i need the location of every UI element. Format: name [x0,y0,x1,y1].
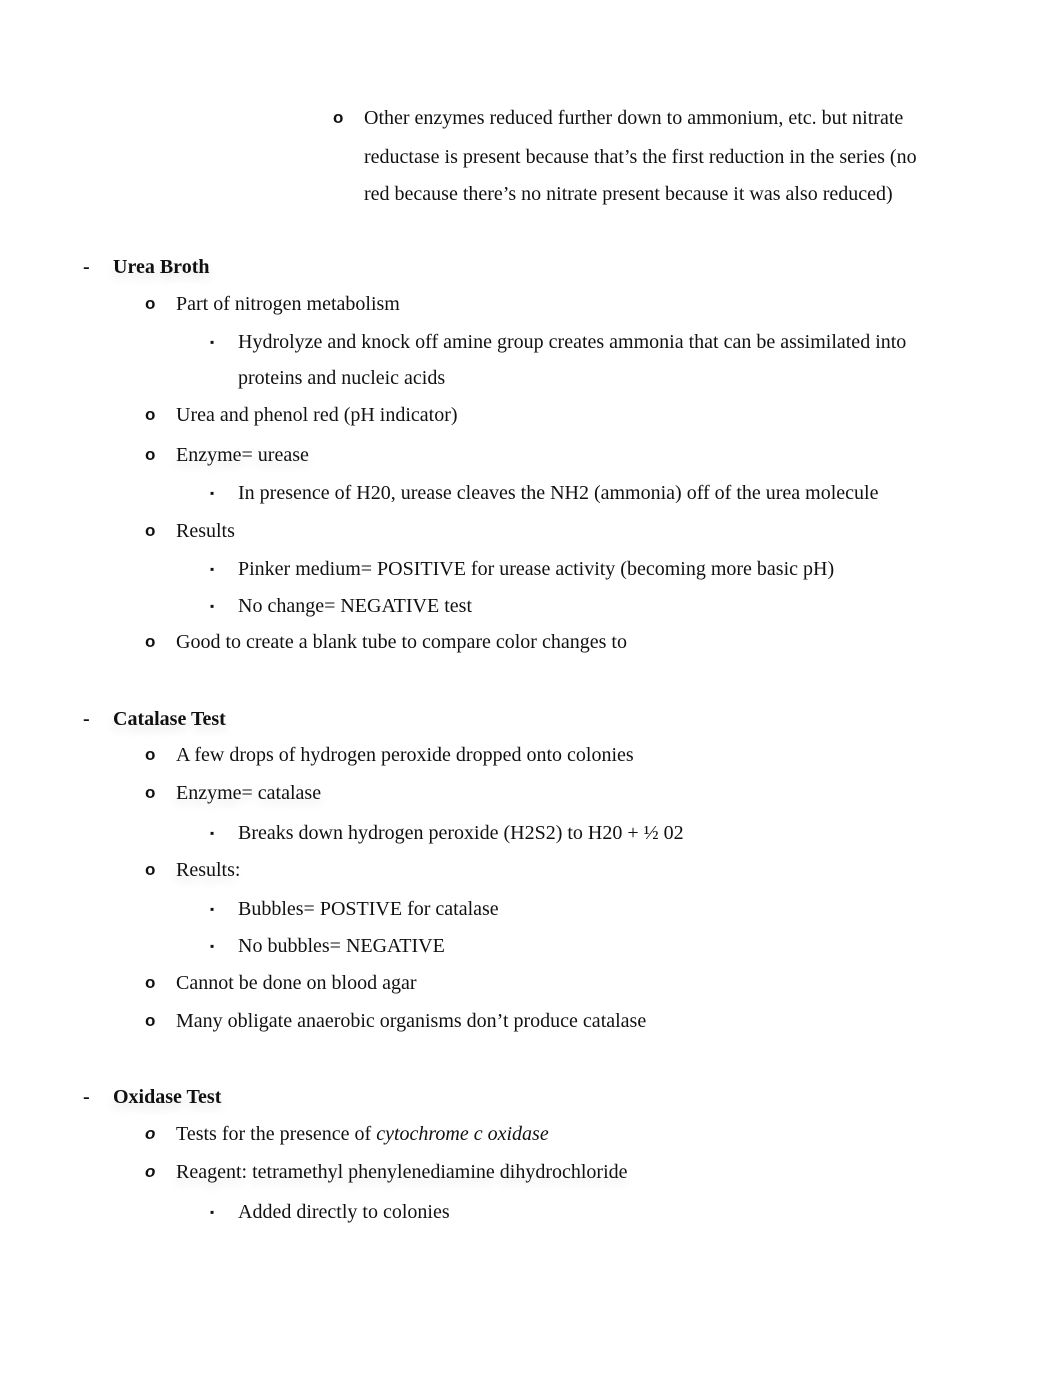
square-bullet-icon: ▪ [210,826,215,840]
circle-bullet-icon: o [145,294,156,313]
circle-bullet-icon: o [145,1162,156,1181]
circle-bullet-icon: o [145,445,156,464]
square-bullet-icon: ▪ [210,599,215,613]
circle-bullet-icon: o [145,1011,156,1030]
square-bullet-icon: ▪ [210,486,215,500]
square-bullet-icon: ▪ [210,902,215,916]
square-bullet-icon: ▪ [210,939,215,953]
circle-bullet-icon: o [145,973,156,992]
square-bullet-icon: ▪ [210,562,215,576]
dash-bullet-icon: - [83,256,90,278]
circle-bullet-icon: o [145,860,156,879]
square-bullet-icon: ▪ [210,1205,215,1219]
italic-term: cytochrome c oxidase [376,1123,549,1145]
circle-bullet-icon: o [145,783,156,802]
circle-bullet-icon: o [333,108,344,127]
circle-bullet-icon: o [145,1124,156,1143]
square-bullet-icon: ▪ [210,335,215,349]
dash-bullet-icon: - [83,708,90,730]
circle-bullet-icon: o [145,745,156,764]
dash-bullet-icon: - [83,1086,90,1108]
circle-bullet-icon: o [145,521,156,540]
circle-bullet-icon: o [145,405,156,424]
circle-bullet-icon: o [145,632,156,651]
